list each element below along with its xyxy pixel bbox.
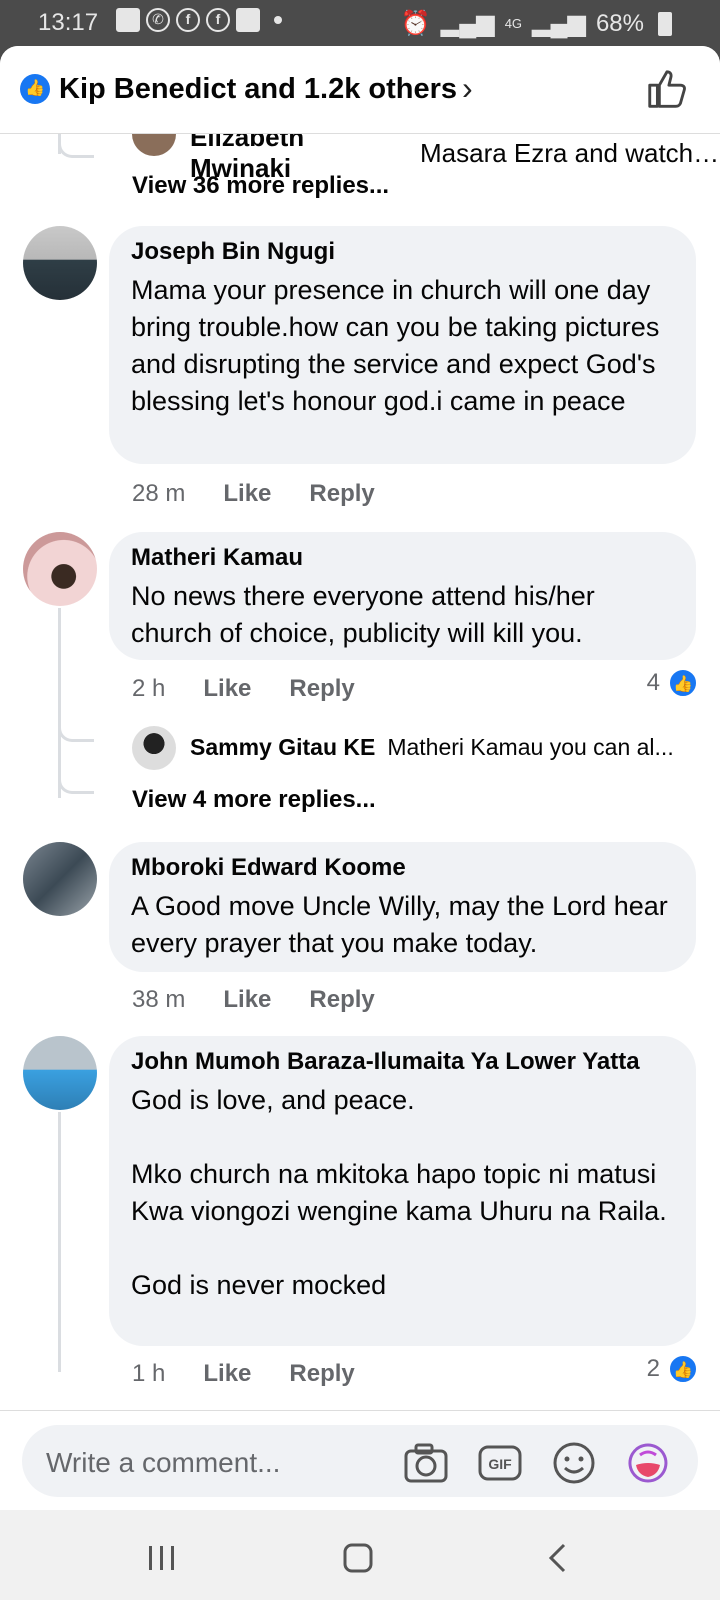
comment-author[interactable]: Joseph Bin Ngugi (131, 238, 674, 266)
back-icon[interactable] (538, 1538, 578, 1578)
comment-bubble[interactable]: Matheri Kamau No news there everyone att… (109, 532, 696, 660)
thread-connector (58, 770, 94, 794)
comments-sheet: 👍 Kip Benedict and 1.2k others › Elizabe… (0, 46, 720, 1510)
reaction-number: 2 (646, 1355, 660, 1382)
comment-bubble[interactable]: Mboroki Edward Koome A Good move Uncle W… (109, 842, 696, 972)
like-button[interactable]: Like (203, 1360, 251, 1388)
comment-placeholder[interactable]: Write a comment... (46, 1447, 280, 1479)
comment-text: No news there everyone attend his/her ch… (131, 581, 595, 648)
avatar[interactable] (132, 726, 176, 770)
avatar[interactable] (23, 1036, 97, 1110)
comment-author[interactable]: John Mumoh Baraza-Ilumaita Ya Lower Yatt… (131, 1048, 674, 1076)
signal-icon-2: ▂▄▆ (532, 10, 586, 37)
comment-actions: 2 h Like Reply (132, 675, 355, 703)
recent-apps-icon[interactable] (142, 1538, 182, 1578)
reply-author: Sammy Gitau KE (190, 734, 376, 760)
reactions-header[interactable]: 👍 Kip Benedict and 1.2k others › (0, 46, 720, 134)
comment-author[interactable]: Mboroki Edward Koome (131, 854, 674, 882)
comment-actions: 28 m Like Reply (132, 480, 375, 508)
comment-bubble[interactable]: Joseph Bin Ngugi Mama your presence in c… (109, 226, 696, 464)
avatar[interactable] (23, 842, 97, 916)
avatar[interactable] (23, 532, 97, 606)
more-notifications-dot (274, 16, 282, 24)
comment-time[interactable]: 2 h (132, 675, 165, 703)
comment-actions: 1 h Like Reply (132, 1360, 355, 1388)
battery-percent: 68% (595, 9, 644, 37)
reply-snippet: Masara Ezra and watche... (420, 137, 720, 168)
comment-text: A Good move Uncle Willy, may the Lord he… (131, 891, 668, 958)
battery-icon (658, 11, 672, 36)
status-right: ⏰ ▂▄▆ 4G ▂▄▆ 68% (401, 9, 672, 38)
status-time: 13:17 (38, 9, 99, 36)
comment-time[interactable]: 1 h (132, 1360, 165, 1388)
like-button[interactable]: Like (223, 480, 271, 508)
reaction-number: 4 (646, 669, 660, 696)
message-icon (116, 8, 140, 32)
like-button[interactable]: Like (223, 986, 271, 1014)
reply-button[interactable]: Reply (309, 480, 374, 508)
reply-snippet: Matheri Kamau you can al... (387, 734, 674, 760)
avatar[interactable] (23, 226, 97, 300)
like-reaction-icon: 👍 (20, 74, 50, 104)
avatar-sticker-icon[interactable] (626, 1441, 670, 1485)
gif-label: GIF (488, 1456, 512, 1472)
comment-text: Mama your presence in church will one da… (131, 275, 660, 416)
facebook-square-icon (236, 8, 260, 32)
reply-button[interactable]: Reply (289, 1360, 354, 1388)
comment-actions: 38 m Like Reply (132, 986, 375, 1014)
facebook-icon-2: f (206, 8, 230, 32)
chevron-right-icon[interactable]: › (462, 70, 473, 107)
comment-time[interactable]: 38 m (132, 986, 185, 1014)
view-more-replies-link[interactable]: View 36 more replies... (132, 172, 389, 200)
comment-composer: Write a comment... GIF (0, 1410, 720, 1510)
camera-icon[interactable] (404, 1441, 448, 1485)
view-more-replies-link[interactable]: View 4 more replies... (132, 786, 376, 814)
signal-icon: ▂▄▆ (440, 10, 495, 37)
comment-feed[interactable]: Elizabeth Mwinaki Masara Ezra and watche… (0, 134, 720, 1456)
reactions-summary[interactable]: Kip Benedict and 1.2k others (59, 73, 457, 106)
emoji-icon[interactable] (552, 1441, 596, 1485)
system-navigation-bar (0, 1510, 720, 1600)
facebook-icon: f (176, 8, 200, 32)
thumbs-up-icon[interactable] (644, 66, 690, 112)
notification-icons: ✆ f f (116, 8, 282, 32)
gif-icon[interactable]: GIF (478, 1441, 522, 1485)
thread-connector (58, 718, 94, 742)
home-icon[interactable] (338, 1538, 378, 1578)
thread-line (58, 1112, 61, 1372)
thread-connector (58, 134, 94, 158)
comment-author[interactable]: Matheri Kamau (131, 544, 674, 572)
like-reaction-icon: 👍 (668, 1354, 698, 1384)
network-type: 4G (504, 16, 523, 31)
reaction-count[interactable]: 2 👍 (647, 1354, 698, 1384)
comment-time[interactable]: 28 m (132, 480, 185, 508)
comment-bubble[interactable]: John Mumoh Baraza-Ilumaita Ya Lower Yatt… (109, 1036, 696, 1346)
reply-button[interactable]: Reply (289, 675, 354, 703)
reply-button[interactable]: Reply (309, 986, 374, 1014)
reply-preview[interactable]: Sammy Gitau KE Matheri Kamau you can al.… (190, 734, 674, 761)
alarm-icon: ⏰ (400, 10, 431, 37)
reaction-count[interactable]: 4 👍 (647, 668, 698, 698)
avatar[interactable] (132, 134, 176, 156)
whatsapp-icon: ✆ (146, 8, 170, 32)
comment-text: God is love, and peace. Mko church na mk… (131, 1085, 667, 1300)
status-bar: 13:17 ✆ f f ⏰ ▂▄▆ 4G ▂▄▆ 68% (0, 0, 720, 46)
like-button[interactable]: Like (203, 675, 251, 703)
like-reaction-icon: 👍 (668, 668, 698, 698)
